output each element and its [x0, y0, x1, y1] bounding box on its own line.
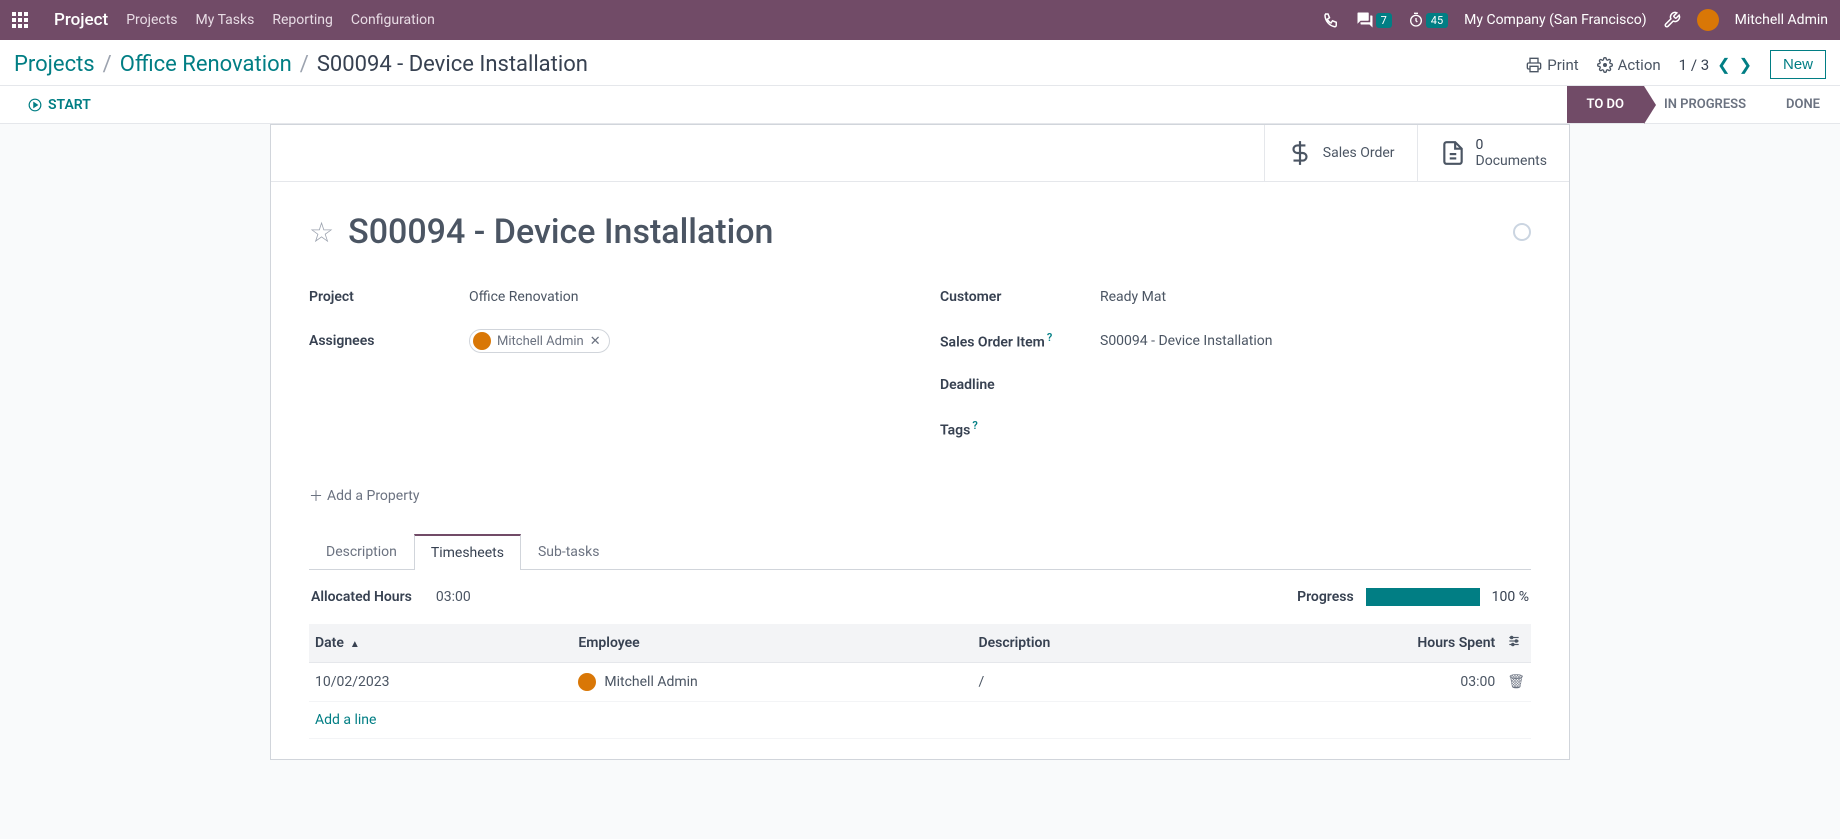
cell-employee[interactable]: Mitchell Admin [572, 663, 972, 702]
employee-name: Mitchell Admin [604, 674, 697, 690]
user-avatar[interactable] [1697, 9, 1719, 31]
breadcrumb-task: S00094 - Device Installation [317, 52, 588, 77]
new-button[interactable]: New [1770, 50, 1826, 79]
cell-date[interactable]: 10/02/2023 [309, 663, 572, 702]
priority-star[interactable]: ☆ [309, 216, 334, 249]
stages: TO DO IN PROGRESS DONE [1567, 86, 1840, 123]
smart-button-sales-order[interactable]: Sales Order [1264, 125, 1417, 181]
messages-badge: 7 [1376, 13, 1392, 28]
state-indicator[interactable] [1513, 223, 1531, 241]
action-button[interactable]: Action [1597, 56, 1661, 74]
smart-buttons: Sales Order 0 Documents [271, 125, 1569, 182]
assignee-avatar [473, 332, 491, 350]
sb-documents-label: Documents [1476, 153, 1547, 169]
progress-value: 100 % [1492, 589, 1529, 605]
breadcrumb: Projects / Office Renovation / S00094 - … [14, 52, 588, 77]
cell-hours[interactable]: 03:00 [1228, 663, 1502, 702]
start-button[interactable]: START [28, 97, 91, 113]
smart-button-documents[interactable]: 0 Documents [1417, 125, 1569, 181]
tab-subtasks[interactable]: Sub-tasks [521, 534, 617, 569]
tab-description[interactable]: Description [309, 534, 414, 569]
tab-timesheets[interactable]: Timesheets [414, 534, 521, 570]
nav-reporting[interactable]: Reporting [272, 12, 333, 28]
add-property-button[interactable]: ＋ Add a Property [309, 486, 419, 506]
breadcrumb-project[interactable]: Office Renovation [120, 52, 292, 77]
help-icon[interactable]: ? [972, 419, 977, 432]
soitem-value[interactable]: S00094 - Device Installation [1100, 333, 1272, 349]
pager: 1 / 3 ❮ ❯ [1679, 55, 1752, 74]
assignee-chip[interactable]: Mitchell Admin ✕ [469, 329, 610, 353]
breadcrumb-sep: / [103, 52, 112, 77]
stage-in-progress[interactable]: IN PROGRESS [1644, 86, 1766, 123]
nav-my-tasks[interactable]: My Tasks [196, 12, 255, 28]
col-date[interactable]: Date▲ [309, 624, 572, 663]
add-line-button[interactable]: Add a line [315, 712, 376, 728]
soitem-label: Sales Order Item? [940, 331, 1100, 351]
cell-description[interactable]: / [972, 663, 1227, 702]
customer-label: Customer [940, 289, 1100, 305]
topbar: Project Projects My Tasks Reporting Conf… [0, 0, 1840, 40]
pager-prev[interactable]: ❮ [1717, 55, 1730, 74]
add-property-label: Add a Property [327, 488, 419, 504]
statusbar: START TO DO IN PROGRESS DONE [0, 86, 1840, 124]
timesheet-table: Date▲ Employee Description Hours Spent 1… [309, 624, 1531, 739]
allocated-hours-label: Allocated Hours [311, 589, 412, 605]
progress-label: Progress [1297, 589, 1354, 605]
action-label: Action [1618, 56, 1661, 74]
breadcrumb-sep: / [300, 52, 309, 77]
company-switcher[interactable]: My Company (San Francisco) [1464, 12, 1646, 28]
sb-sales-order-label: Sales Order [1323, 145, 1395, 161]
table-row[interactable]: 10/02/2023 Mitchell Admin / 03:00 🗑 [309, 663, 1531, 702]
nav-projects[interactable]: Projects [126, 12, 177, 28]
task-title[interactable]: S00094 - Device Installation [348, 212, 773, 252]
phone-icon[interactable] [1322, 11, 1340, 29]
col-options[interactable] [1501, 624, 1531, 663]
allocated-hours-value[interactable]: 03:00 [436, 589, 471, 605]
assignee-name: Mitchell Admin [497, 334, 584, 349]
timer-badge: 45 [1426, 13, 1448, 28]
form-sheet: Sales Order 0 Documents ☆ S00094 - Devic… [270, 124, 1570, 760]
messages-icon[interactable]: 7 [1356, 11, 1392, 29]
delete-row-icon[interactable]: 🗑 [1507, 674, 1525, 690]
col-employee[interactable]: Employee [572, 624, 972, 663]
nav-configuration[interactable]: Configuration [351, 12, 435, 28]
apps-icon[interactable] [12, 12, 28, 28]
assignee-remove[interactable]: ✕ [590, 334, 601, 349]
app-name[interactable]: Project [54, 10, 108, 30]
tabs: Description Timesheets Sub-tasks [309, 534, 1531, 570]
breadcrumb-projects[interactable]: Projects [14, 52, 95, 77]
sb-documents-count: 0 [1476, 137, 1547, 153]
help-icon[interactable]: ? [1047, 331, 1052, 344]
print-label: Print [1547, 56, 1578, 74]
debug-icon[interactable] [1663, 11, 1681, 29]
stage-done[interactable]: DONE [1766, 86, 1840, 123]
deadline-label: Deadline [940, 377, 1100, 393]
tags-label: Tags? [940, 419, 1100, 439]
stage-todo[interactable]: TO DO [1567, 86, 1644, 123]
sort-asc-icon: ▲ [350, 639, 360, 650]
pager-next[interactable]: ❯ [1739, 55, 1752, 74]
assignees-label: Assignees [309, 333, 469, 349]
pager-text[interactable]: 1 / 3 [1679, 56, 1710, 74]
project-label: Project [309, 289, 469, 305]
employee-avatar [578, 673, 596, 691]
plus-icon: ＋ [309, 486, 323, 506]
project-value[interactable]: Office Renovation [469, 289, 578, 305]
header: Projects / Office Renovation / S00094 - … [0, 40, 1840, 86]
customer-value[interactable]: Ready Mat [1100, 289, 1166, 305]
progress-bar [1366, 588, 1480, 606]
timer-icon[interactable]: 45 [1408, 12, 1448, 28]
col-hours[interactable]: Hours Spent [1228, 624, 1502, 663]
print-button[interactable]: Print [1526, 56, 1578, 74]
start-label: START [48, 97, 91, 113]
user-menu[interactable]: Mitchell Admin [1735, 12, 1828, 28]
col-description[interactable]: Description [972, 624, 1227, 663]
